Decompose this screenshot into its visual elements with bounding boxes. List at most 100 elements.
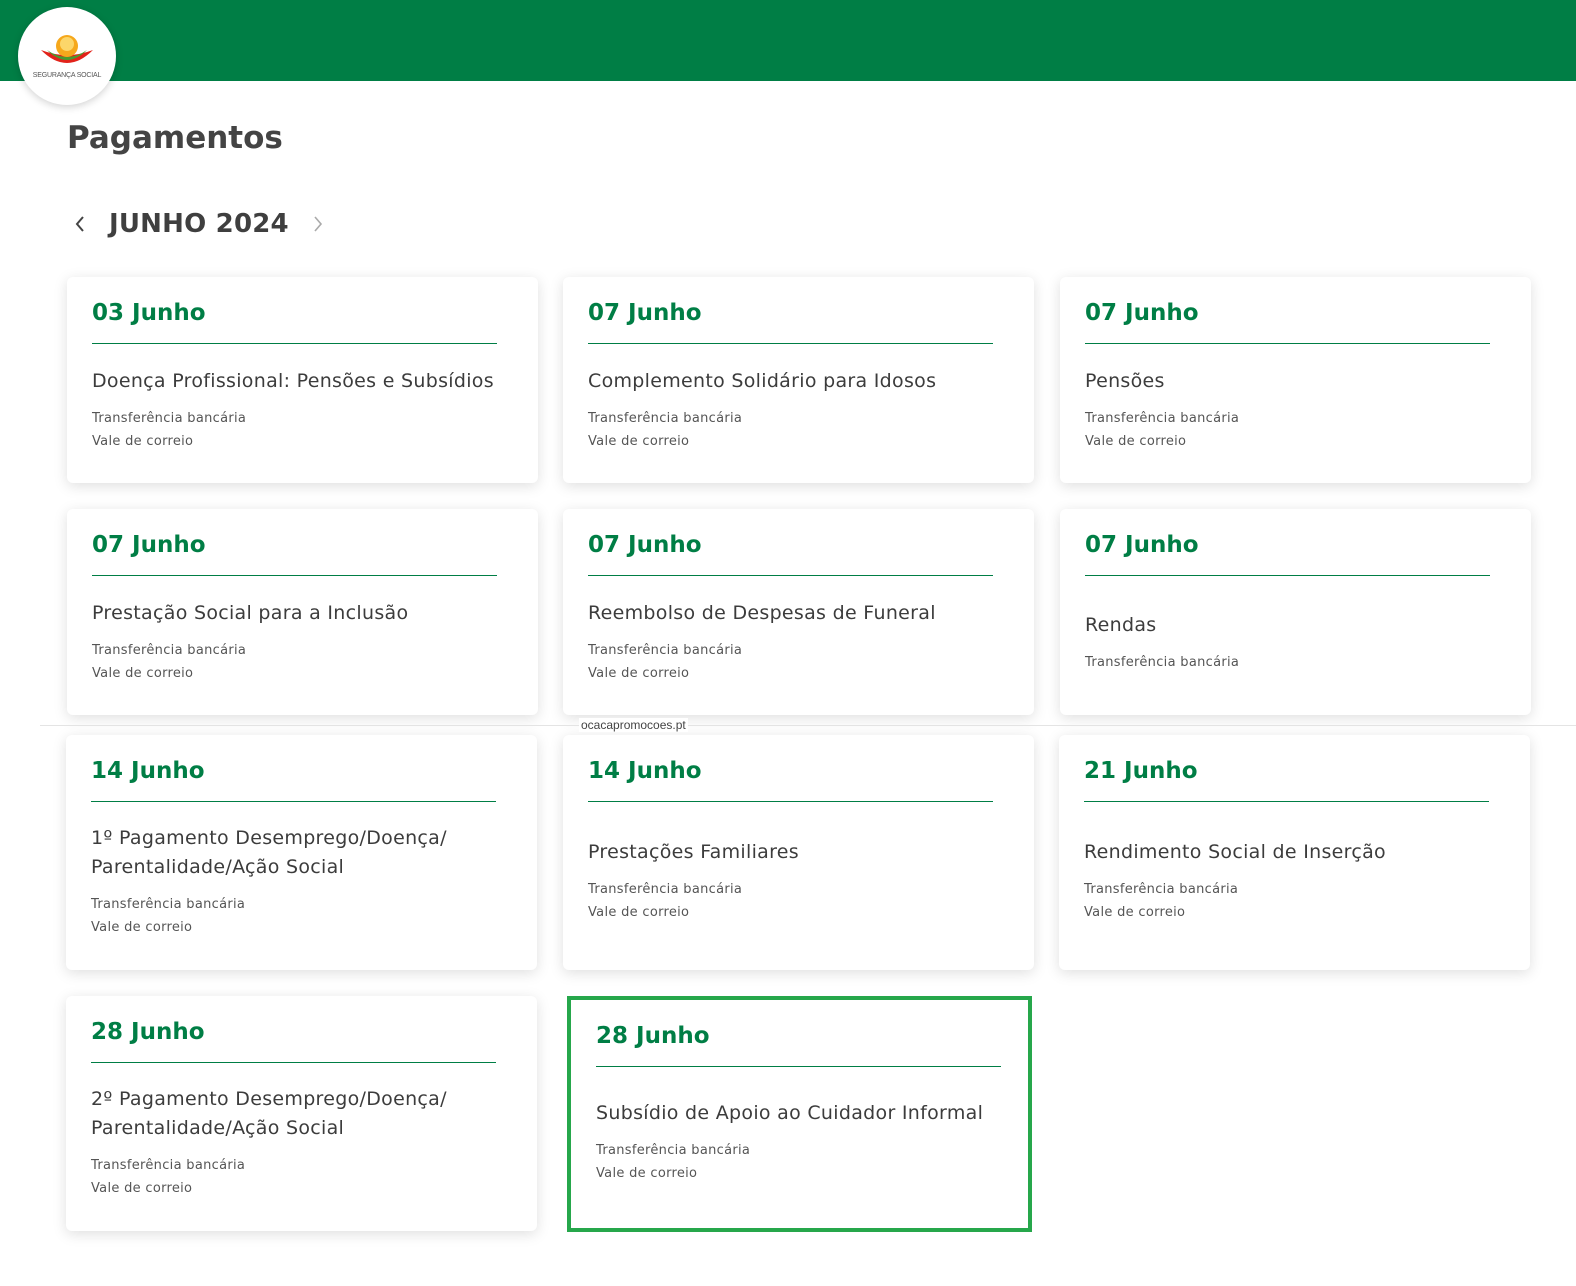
payment-method: Transferência bancária <box>1085 654 1240 670</box>
payment-method: Vale de correio <box>1085 434 1187 449</box>
card-divider <box>588 801 993 802</box>
payment-date: 21 Junho <box>1084 758 1198 784</box>
card-divider <box>92 343 497 344</box>
payment-method: Vale de correio <box>91 1180 193 1196</box>
benefit-title-line: Prestações Familiares <box>588 841 799 863</box>
payment-card[interactable]: 07 Junho Complemento Solidário para Idoso… <box>563 277 1034 483</box>
payment-date: 14 Junho <box>91 758 205 784</box>
card-divider <box>596 1066 1001 1067</box>
card-body: Rendas Transferência bancária <box>1085 591 1511 693</box>
benefit-title-line: Subsídio de Apoio ao Cuidador Informal <box>596 1102 984 1124</box>
benefit-title: Prestação Social para a Inclusão <box>92 599 518 628</box>
payment-method: Vale de correio <box>92 666 194 681</box>
divider <box>40 725 1576 726</box>
payment-date: 07 Junho <box>588 532 702 558</box>
payment-date: 07 Junho <box>92 532 206 558</box>
page-title: Pagamentos <box>67 120 283 156</box>
benefit-title-line: Prestação Social para a Inclusão <box>92 602 409 624</box>
watermark-text: ocacapromocoes.pt <box>579 718 688 732</box>
payment-card[interactable]: 28 Junho 2º Pagamento Desemprego/Doença/P… <box>66 996 537 1231</box>
card-body: Doença Profissional: Pensões e Subsídios… <box>92 359 518 461</box>
payment-method: Transferência bancária <box>596 1143 751 1158</box>
payment-method: Transferência bancária <box>588 882 743 897</box>
benefit-title: 2º Pagamento Desemprego/Doença/Parentali… <box>91 1085 517 1143</box>
payment-method: Vale de correio <box>588 434 690 449</box>
logo-emblem-icon <box>41 34 93 63</box>
card-body: Pensões Transferência bancária Vale de cor… <box>1085 359 1511 461</box>
current-month: JUNHO 2024 <box>109 209 289 239</box>
benefit-title-line: Rendas <box>1085 613 1157 636</box>
benefit-title: Rendas <box>1085 611 1511 640</box>
payment-date: 07 Junho <box>1085 300 1199 326</box>
payment-card[interactable]: 07 Junho Rendas Transferência bancária <box>1060 509 1531 715</box>
prev-month-button[interactable] <box>67 206 93 242</box>
card-body: Rendimento Social de Inserção Transferênc… <box>1084 817 1510 945</box>
benefit-title: Complemento Solidário para Idosos <box>588 367 1014 396</box>
payment-method: Vale de correio <box>92 434 194 449</box>
payment-card[interactable]: 07 Junho Prestação Social para a Inclusão… <box>67 509 538 715</box>
month-navigation: JUNHO 2024 <box>67 204 331 244</box>
seguranca-social-logo[interactable]: SEGURANÇA SOCIAL <box>18 7 116 105</box>
logo-text: SEGURANÇA SOCIAL <box>32 71 102 79</box>
payment-card[interactable]: 14 Junho 1º Pagamento Desemprego/Doença/P… <box>66 735 537 970</box>
payment-method: Transferência bancária <box>92 643 247 658</box>
benefit-title-line: Parentalidade/Ação Social <box>91 855 345 878</box>
card-divider <box>1085 343 1490 344</box>
payment-method: Transferência bancária <box>1084 882 1239 897</box>
payment-method: Vale de correio <box>588 666 690 681</box>
payment-date: 03 Junho <box>92 300 206 326</box>
payment-card[interactable]: 03 Junho Doença Profissional: Pensões e S… <box>67 277 538 483</box>
payment-date: 07 Junho <box>1085 532 1199 558</box>
card-divider <box>91 1062 496 1063</box>
benefit-title: Pensões <box>1085 367 1511 396</box>
card-divider <box>588 343 993 344</box>
card-body: 2º Pagamento Desemprego/Doença/Parentali… <box>91 1078 517 1206</box>
card-divider <box>1084 801 1489 802</box>
card-body: 1º Pagamento Desemprego/Doença/Parentali… <box>91 817 517 945</box>
benefit-title-line: Rendimento Social de Inserção <box>1084 841 1386 863</box>
payment-method: Transferência bancária <box>588 411 743 426</box>
card-divider <box>92 575 497 576</box>
card-body: Prestação Social para a Inclusão Transfer… <box>92 591 518 693</box>
benefit-title-line: Pensões <box>1085 370 1165 392</box>
benefit-title-line: Reembolso de Despesas de Funeral <box>588 602 936 624</box>
payment-date: 07 Junho <box>588 300 702 326</box>
card-divider <box>91 801 496 802</box>
card-body: Complemento Solidário para Idosos Transfe… <box>588 359 1014 461</box>
payment-method: Vale de correio <box>1084 905 1186 920</box>
payment-card[interactable]: 14 Junho Prestações Familiares Transferênc… <box>563 735 1034 970</box>
top-bar <box>0 0 1576 81</box>
benefit-title: Reembolso de Despesas de Funeral <box>588 599 1014 628</box>
card-divider <box>588 575 993 576</box>
payment-method: Transferência bancária <box>91 1157 246 1173</box>
payment-date: 28 Junho <box>596 1023 710 1049</box>
payment-method: Vale de correio <box>596 1166 698 1181</box>
benefit-title: 1º Pagamento Desemprego/Doença/Parentali… <box>91 824 517 882</box>
payment-method: Transferência bancária <box>1085 411 1240 426</box>
payment-date: 28 Junho <box>91 1019 205 1045</box>
benefit-title-line: Parentalidade/Ação Social <box>91 1116 345 1139</box>
card-body: Subsídio de Apoio ao Cuidador Informal Tr… <box>596 1078 1008 1206</box>
benefit-title-line: Doença Profissional: Pensões e Subsídios <box>92 370 494 392</box>
payment-card[interactable]: 21 Junho Rendimento Social de Inserção Tra… <box>1059 735 1530 970</box>
payment-method: Transferência bancária <box>92 411 247 426</box>
chevron-right-icon <box>314 216 322 232</box>
payment-card[interactable]: 07 Junho Reembolso de Despesas de Funeral… <box>563 509 1034 715</box>
payment-method: Vale de correio <box>91 919 193 935</box>
benefit-title: Doença Profissional: Pensões e Subsídios <box>92 367 518 396</box>
card-divider <box>1085 575 1490 576</box>
payment-date: 14 Junho <box>588 758 702 784</box>
benefit-title-line: Complemento Solidário para Idosos <box>588 370 937 392</box>
card-body: Reembolso de Despesas de Funeral Transfer… <box>588 591 1014 693</box>
payment-method: Transferência bancária <box>91 896 246 912</box>
benefit-title: Rendimento Social de Inserção <box>1084 838 1510 867</box>
payment-method: Vale de correio <box>588 905 690 920</box>
chevron-left-icon <box>75 216 84 232</box>
benefit-title-line: 2º Pagamento Desemprego/Doença/ <box>91 1087 447 1110</box>
next-month-button[interactable] <box>305 206 331 242</box>
benefit-title: Subsídio de Apoio ao Cuidador Informal <box>596 1099 1008 1128</box>
payment-card[interactable]: 07 Junho Pensões Transferência bancária Val… <box>1060 277 1531 483</box>
payment-card[interactable]: 28 Junho Subsídio de Apoio ao Cuidador In… <box>567 996 1032 1232</box>
benefit-title-line: 1º Pagamento Desemprego/Doença/ <box>91 826 447 849</box>
card-body: Prestações Familiares Transferência bancá… <box>588 817 1014 945</box>
